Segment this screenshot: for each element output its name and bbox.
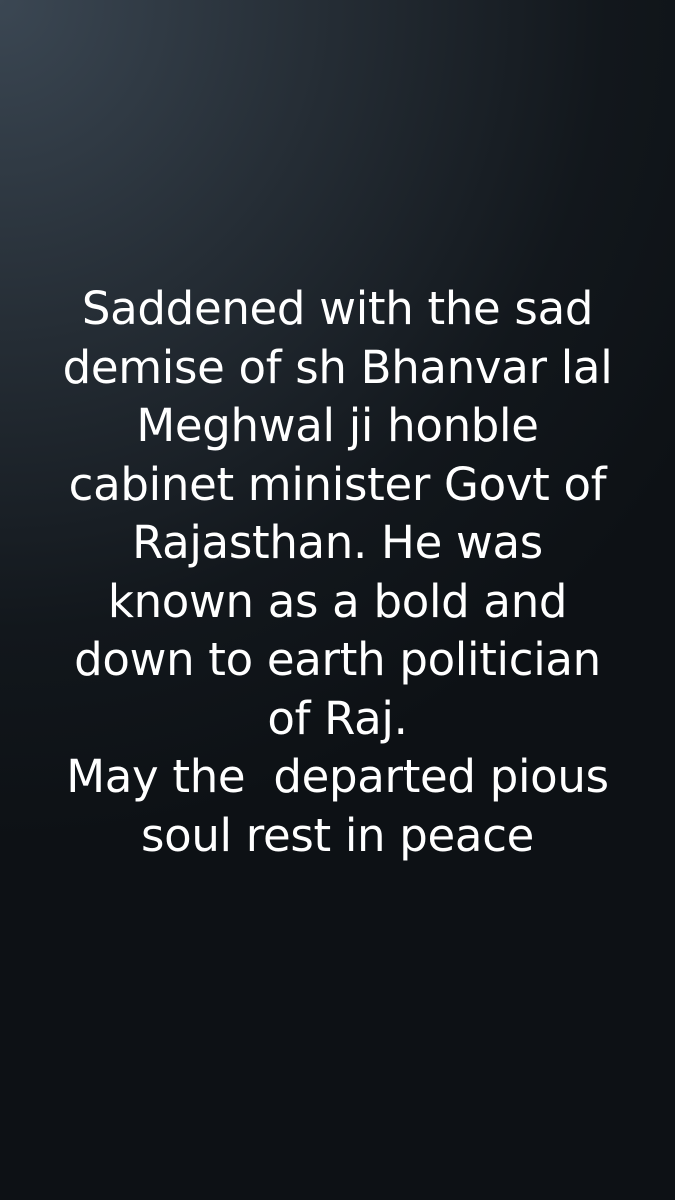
text-post-canvas: Saddened with the sad demise of sh Bhanv…: [0, 0, 675, 1200]
message-line-1: Saddened with the sad: [81, 282, 594, 335]
message-line-2: demise of sh Bhanvar lal: [62, 340, 613, 394]
message-line-4: cabinet minister Govt of: [68, 457, 607, 511]
message-line-8: of Raj.: [267, 691, 408, 745]
message-line-5: Rajasthan. He was: [132, 516, 543, 569]
message-line-3: Meghwal ji honble: [136, 399, 539, 452]
message-line-6: known as a bold and: [107, 574, 568, 628]
message-line-9: May the departed pious: [66, 750, 609, 803]
message-line-10: soul rest in peace: [140, 808, 535, 862]
condolence-message: Saddened with the sad demise of sh Bhanv…: [0, 280, 675, 865]
message-line-7: down to earth politician: [74, 633, 601, 686]
